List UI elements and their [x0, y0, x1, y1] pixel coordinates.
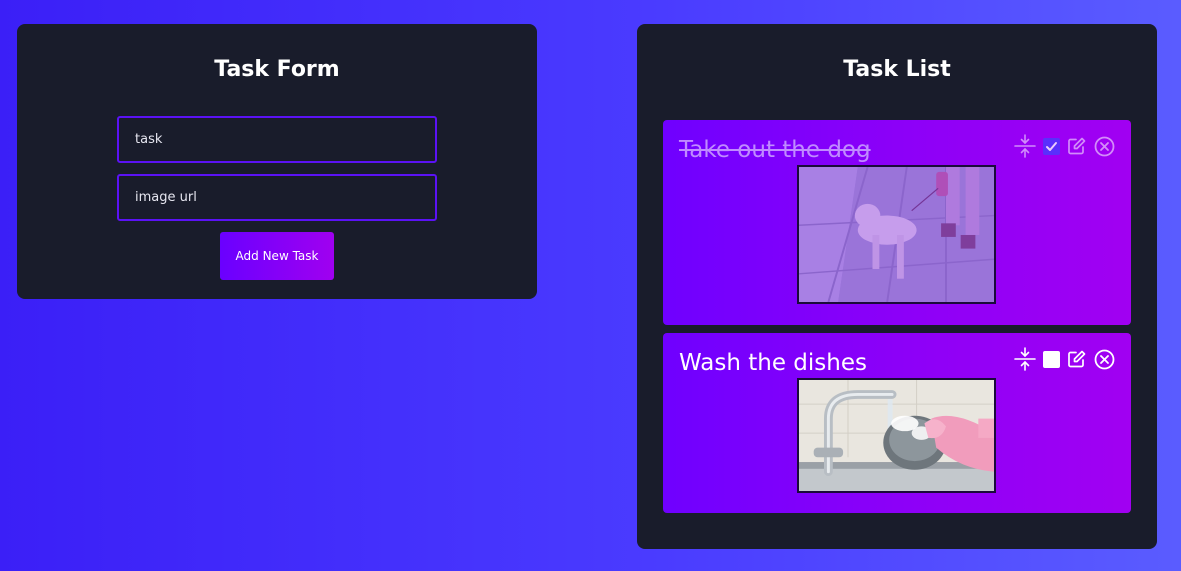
task-input[interactable] — [117, 116, 437, 163]
dish-washing-photo — [797, 378, 996, 493]
task-form-panel: Task Form Add New Task — [17, 24, 537, 299]
task-actions — [1014, 134, 1115, 158]
task-title: Wash the dishes — [679, 350, 867, 376]
image-url-input[interactable] — [117, 174, 437, 221]
task-form-title: Task Form — [214, 57, 340, 82]
task-card: Wash the dishes — [663, 333, 1131, 513]
collapse-icon[interactable] — [1014, 347, 1036, 371]
task-card: Take out the dog — [663, 120, 1131, 325]
complete-checkbox[interactable] — [1043, 137, 1060, 155]
complete-checkbox[interactable] — [1043, 350, 1060, 368]
close-circle-icon[interactable] — [1094, 136, 1115, 157]
edit-icon[interactable] — [1067, 136, 1087, 156]
task-actions — [1014, 347, 1115, 371]
task-title: Take out the dog — [679, 137, 871, 163]
edit-icon[interactable] — [1067, 349, 1087, 369]
check-icon — [1046, 141, 1057, 151]
add-new-task-button[interactable]: Add New Task — [220, 232, 334, 280]
task-list-title: Task List — [843, 57, 951, 82]
collapse-icon[interactable] — [1014, 134, 1036, 158]
dog-walk-photo — [797, 165, 996, 304]
task-list-panel: Task List Take out the dog Wash the dish… — [637, 24, 1157, 549]
close-circle-icon[interactable] — [1094, 349, 1115, 370]
